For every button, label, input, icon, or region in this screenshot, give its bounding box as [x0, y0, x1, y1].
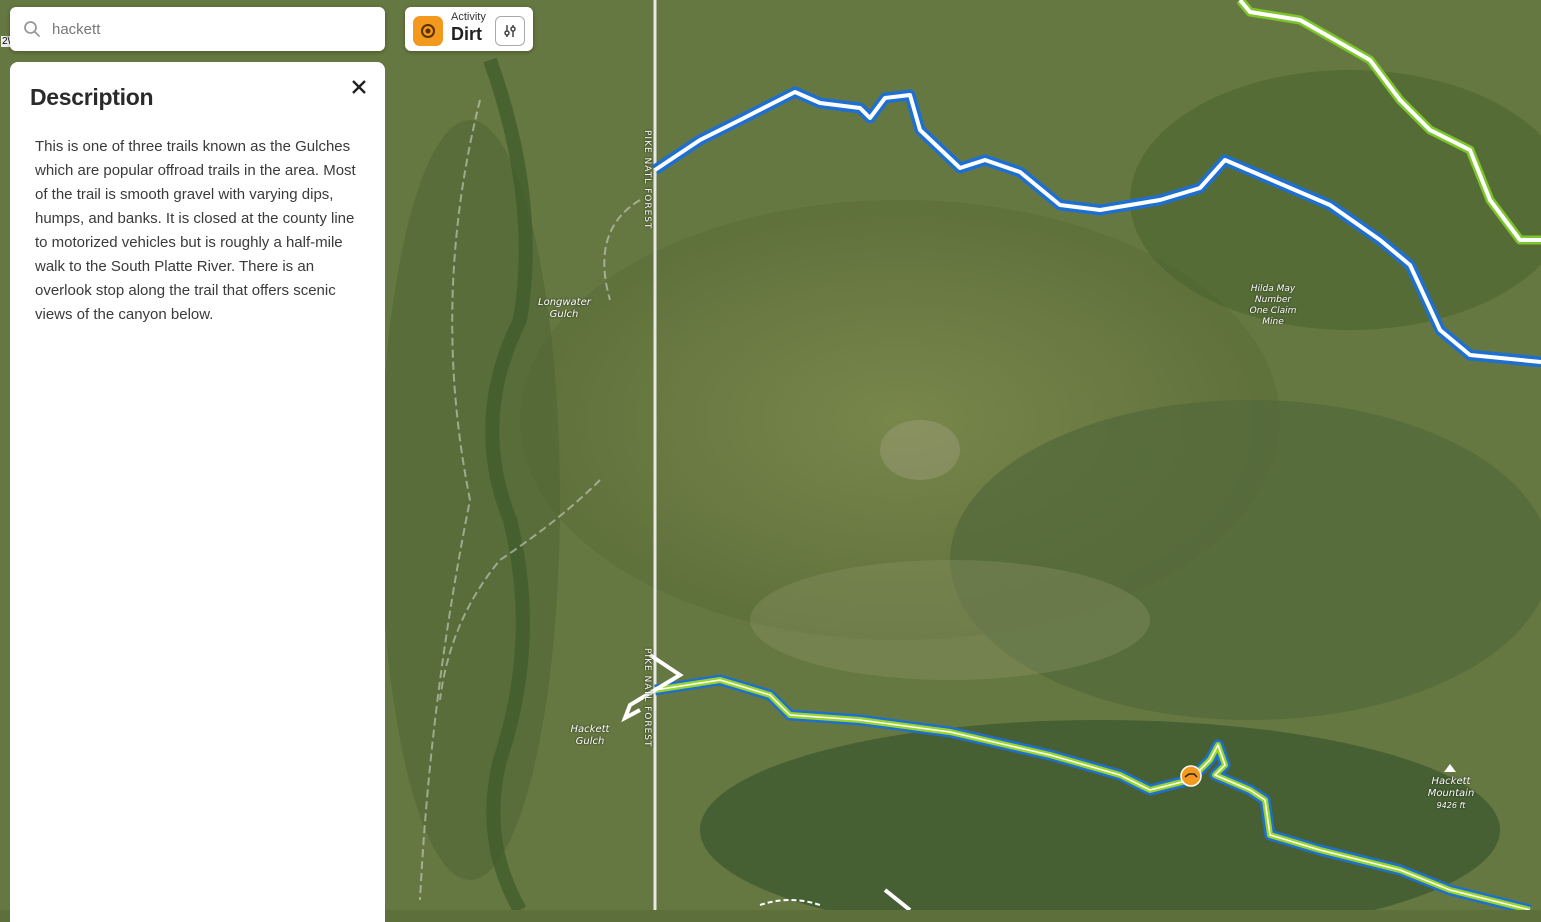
activity-selector[interactable]: Activity Dirt: [405, 7, 533, 51]
search-icon: [24, 21, 40, 37]
filter-button[interactable]: [495, 16, 525, 46]
map-label-hackett-mountain: Hackett Mountain 9426 ft: [1427, 776, 1475, 810]
search-bar[interactable]: [10, 7, 385, 51]
description-panel: Description This is one of three trails …: [10, 62, 385, 922]
activity-caption: Activity: [451, 11, 486, 23]
dirt-bike-icon: [413, 16, 443, 46]
map-label-hackett-gulch: Hackett Gulch: [570, 724, 610, 747]
search-input[interactable]: [50, 19, 354, 39]
close-icon: [352, 80, 366, 94]
map-label-longwater-gulch: Longwater Gulch: [538, 297, 591, 320]
road-label-top: PIKE NATL FOREST: [642, 130, 652, 230]
trail-marker-icon[interactable]: [1180, 765, 1202, 787]
close-button[interactable]: [348, 76, 370, 98]
description-text: This is one of three trails known as the…: [35, 138, 356, 323]
road-label-bottom: PIKE NATL FOREST: [642, 648, 652, 748]
activity-value: Dirt: [451, 24, 482, 44]
map-label-hilda-may-mine: Hilda May Number One Claim Mine: [1249, 284, 1297, 327]
panel-title: Description: [30, 84, 154, 110]
sliders-icon: [504, 25, 516, 37]
